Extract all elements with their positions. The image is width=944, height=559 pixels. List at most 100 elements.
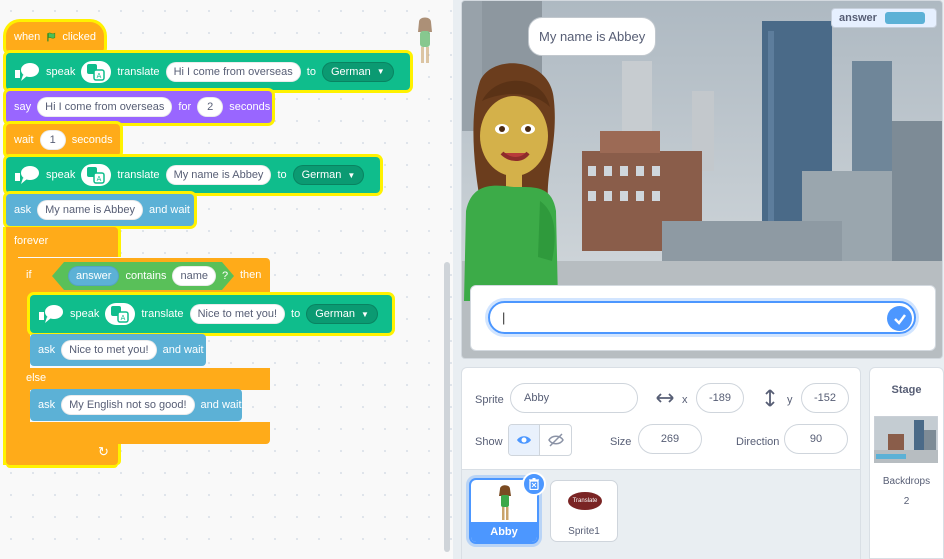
direction-label: Direction [736,436,780,448]
answer-monitor-value [884,12,925,24]
translate-text-input[interactable]: Nice to met you! [189,304,286,324]
translate-label: translate [117,65,160,78]
language-dropdown[interactable]: German ▼ [306,304,378,324]
answer-monitor[interactable]: answer [831,8,937,28]
show-toggle-group [508,424,572,456]
speak-block-1[interactable]: speak A translate Hi I come from oversea… [6,53,410,90]
ask-and-wait-block-3[interactable]: ask My English not so good! and wait [30,389,242,421]
when-flag-clicked-block[interactable]: when clicked [6,22,104,52]
sprite-name-field[interactable]: Abby [510,383,638,413]
translate-icon: A [105,303,136,325]
language-dropdown[interactable]: German ▼ [292,165,365,185]
language-dropdown[interactable]: German ▼ [321,61,394,82]
svg-text:A: A [121,315,126,322]
contains-label: contains [125,270,167,282]
else-label: else [26,372,47,384]
translate-label: translate [141,308,184,320]
speaker-icon [14,61,40,83]
answer-monitor-label: answer [839,12,877,24]
show-visible-button[interactable] [509,425,541,455]
speak-label: speak [46,65,76,78]
translate-text-input[interactable]: My name is Abbey [165,165,272,185]
ask-and-wait-block-1[interactable]: ask My name is Abbey and wait [6,194,194,226]
speaker-icon [14,164,40,186]
say-text-input[interactable]: Hi I come from overseas [37,97,173,117]
stage-title: Stage [870,384,943,396]
speak-label: speak [46,169,76,181]
say-secs-input[interactable]: 2 [197,97,224,117]
wait-secs-input[interactable]: 1 [39,130,66,150]
ask-answer-caret: | [502,310,506,325]
caret-down-icon: ▼ [360,309,369,319]
stage-selector-pane[interactable]: Stage Backdrops 2 [869,367,944,559]
y-arrows-icon [765,389,775,407]
eye-icon [517,436,531,444]
seconds-label: seconds [229,101,271,113]
say-label: say [14,101,32,113]
trash-icon [529,478,539,490]
wait-block[interactable]: wait 1 seconds [6,124,120,156]
ask-label: ask [38,344,56,356]
and-wait-label: and wait [162,344,204,356]
contains-operator-block[interactable]: answer contains name ? [52,262,234,290]
seconds-label: seconds [71,134,113,146]
sprite-watermark-icon [418,17,432,63]
ask-and-wait-block-2[interactable]: ask Nice to met you! and wait [30,334,206,366]
ask-text-input[interactable]: Nice to met you! [61,340,157,360]
translate-text-input[interactable]: Hi I come from overseas [165,61,301,82]
speak-block-2[interactable]: speak A translate My name is Abbey to Ge… [6,157,380,193]
backdrops-label: Backdrops [882,476,931,487]
y-label: y [787,394,793,406]
backdrop-thumbnail[interactable] [874,416,938,463]
stage-title-text: Stage [891,384,922,396]
caret-down-icon: ▼ [347,170,356,180]
speak-block-3[interactable]: speak A translate Nice to met you! to Ge… [30,295,392,333]
then-label: then [240,269,262,281]
svg-text:A: A [97,73,102,80]
abby-thumbnail [499,485,511,520]
answer-reporter[interactable]: answer [68,266,119,286]
delete-sprite-button[interactable] [522,472,546,496]
say-for-secs-block[interactable]: say Hi I come from overseas for 2 second… [6,91,272,123]
sprite-tile-label: Sprite1 [568,526,600,537]
eye-slash-icon [547,433,564,447]
ask-text-input[interactable]: My English not so good! [61,395,195,415]
checkmark-icon [893,313,906,325]
sprite-tile-sprite1[interactable]: Translate Sprite1 [550,480,618,542]
direction-field[interactable]: 90 [784,424,848,454]
ask-text-input[interactable]: My name is Abbey [37,200,143,220]
to-label: to [291,308,301,320]
x-field[interactable]: -189 [696,383,744,413]
contains-text-input[interactable]: name [172,266,216,286]
for-label: for [178,101,192,113]
stage[interactable]: My name is Abbey answer | [461,0,943,359]
translate-thumbnail-text: Translate [572,498,598,504]
ask-label: ask [14,204,32,216]
translate-thumbnail: Translate [568,492,602,510]
size-field[interactable]: 269 [638,424,702,454]
code-area[interactable]: when clicked speak A translate Hi I come… [0,0,453,559]
speaker-icon [38,303,64,325]
loop-arrow-icon: ↻ [98,444,109,459]
translate-icon: A [81,60,112,83]
clicked-label: clicked [62,31,96,43]
when-label: when [14,31,41,43]
abby-sprite[interactable] [462,61,562,301]
x-arrows-icon [656,393,674,403]
sprite-tile-label: Abby [490,526,518,538]
ask-answer-input[interactable]: | [488,301,916,334]
show-hidden-button[interactable] [540,425,571,455]
sprite-list: Abby Translate Sprite1 [462,469,860,559]
y-field[interactable]: -152 [801,383,849,413]
y-value: -152 [813,392,837,404]
caret-down-icon: ▼ [376,67,385,76]
question-mark-label: ? [221,270,229,282]
check-submit-button[interactable] [887,306,912,331]
sprite-info-pane: Sprite Abby x -189 y -152 Show Size 269 … [461,367,861,559]
language-value: German [301,169,342,181]
show-label: Show [475,436,503,448]
sprite-label: Sprite [475,394,504,406]
code-scrollbar[interactable] [444,262,450,552]
x-label: x [682,394,688,406]
translate-icon: A [81,164,112,186]
